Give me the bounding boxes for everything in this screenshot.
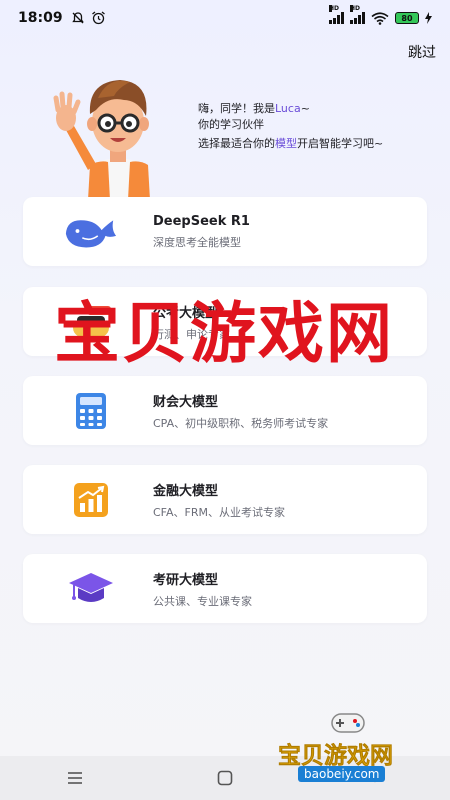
wifi-icon [371, 11, 389, 25]
mascot-avatar [53, 80, 150, 200]
greeting-line-2: 你的学习伙伴 [198, 118, 264, 131]
watermark-logo-text: 宝贝游戏网 [278, 743, 394, 770]
model-card-finance[interactable]: 金融大模型 CFA、FRM、从业考试专家 [23, 465, 427, 534]
watermark-url: baobeiy.com [298, 766, 386, 782]
status-time: 18:09 [18, 10, 63, 26]
graduation-cap-icon [63, 561, 119, 617]
gamepad-icon [331, 713, 365, 733]
model-card-deepseek[interactable]: DeepSeek R1 深度思考全能模型 [23, 197, 427, 266]
alarm-icon [91, 11, 105, 25]
menu-nav-button[interactable] [55, 763, 95, 793]
card-subtitle: CPA、初中级职称、税务师考试专家 [153, 416, 329, 430]
charging-icon [425, 12, 432, 24]
card-subtitle: 公共课、专业课专家 [153, 594, 252, 608]
signal-2-icon: HD [350, 5, 365, 24]
signal-1-icon: HD [329, 5, 344, 24]
menu-icon [68, 772, 82, 784]
calculator-icon [63, 383, 119, 439]
card-title: 公考大模型 [153, 305, 219, 321]
model-card-postgrad[interactable]: 考研大模型 公共课、专业课专家 [23, 554, 427, 623]
civil-exam-icon [63, 294, 119, 350]
watermark-logo: 宝贝游戏网 baobeiy.com [270, 706, 430, 786]
model-card-accounting[interactable]: 财会大模型 CPA、初中级职称、税务师考试专家 [23, 376, 427, 445]
status-bar: 18:09 HD HD 80 [0, 0, 450, 36]
whale-icon [63, 204, 119, 260]
home-square-icon [217, 770, 233, 786]
greeting-line-1: 嗨，同学！我是Luca~ [198, 102, 310, 115]
card-subtitle: 深度思考全能模型 [153, 235, 241, 249]
card-title: 考研大模型 [153, 572, 219, 588]
card-title: DeepSeek R1 [153, 213, 250, 229]
chart-growth-icon [63, 472, 119, 528]
greeting-line-3: 选择最适合你的模型开启智能学习吧~ [198, 137, 384, 150]
card-subtitle: CFA、FRM、从业考试专家 [153, 505, 285, 519]
home-nav-button[interactable] [205, 763, 245, 793]
bell-muted-icon [71, 12, 84, 24]
greeting-bubble: 嗨，同学！我是Luca~ 你的学习伙伴 选择最适合你的模型开启智能学习吧~ [198, 101, 383, 152]
card-title: 金融大模型 [153, 483, 219, 499]
skip-button[interactable]: 跳过 [408, 42, 436, 62]
battery-indicator: 80 [395, 12, 419, 24]
card-title: 财会大模型 [153, 394, 219, 410]
model-card-civil-exam[interactable]: 公考大模型 行测、申论专家 [23, 287, 427, 356]
card-subtitle: 行测、申论专家 [153, 327, 230, 341]
